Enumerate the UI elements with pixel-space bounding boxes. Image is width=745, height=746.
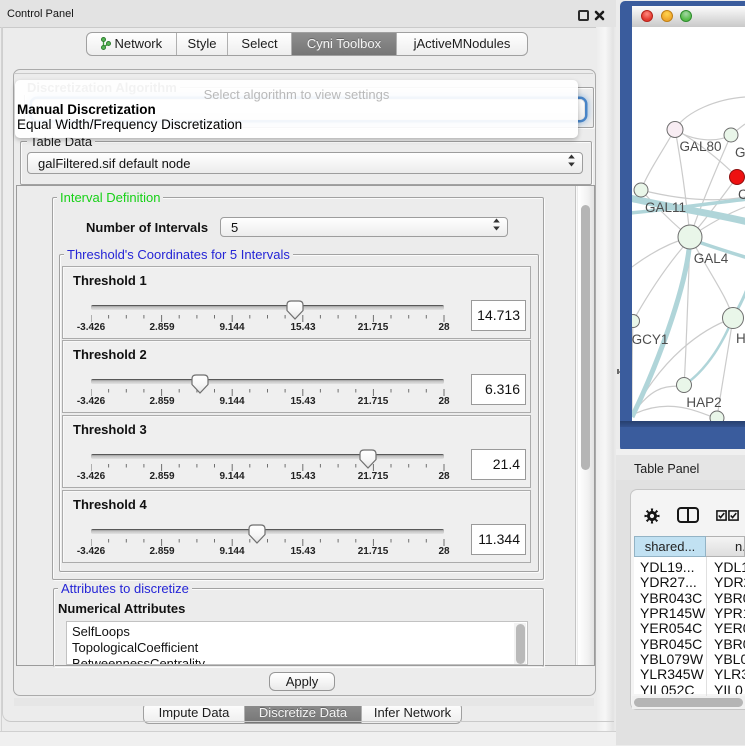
svg-text:C: C [738,187,745,202]
svg-text:H: H [736,331,745,346]
svg-text:HAP2: HAP2 [686,395,721,410]
svg-text:GAL4: GAL4 [694,251,729,266]
svg-text:GAL11: GAL11 [645,200,686,215]
svg-text:GCY1: GCY1 [632,332,668,347]
svg-text:G.: G. [735,145,745,160]
svg-text:GAL80: GAL80 [679,139,721,154]
